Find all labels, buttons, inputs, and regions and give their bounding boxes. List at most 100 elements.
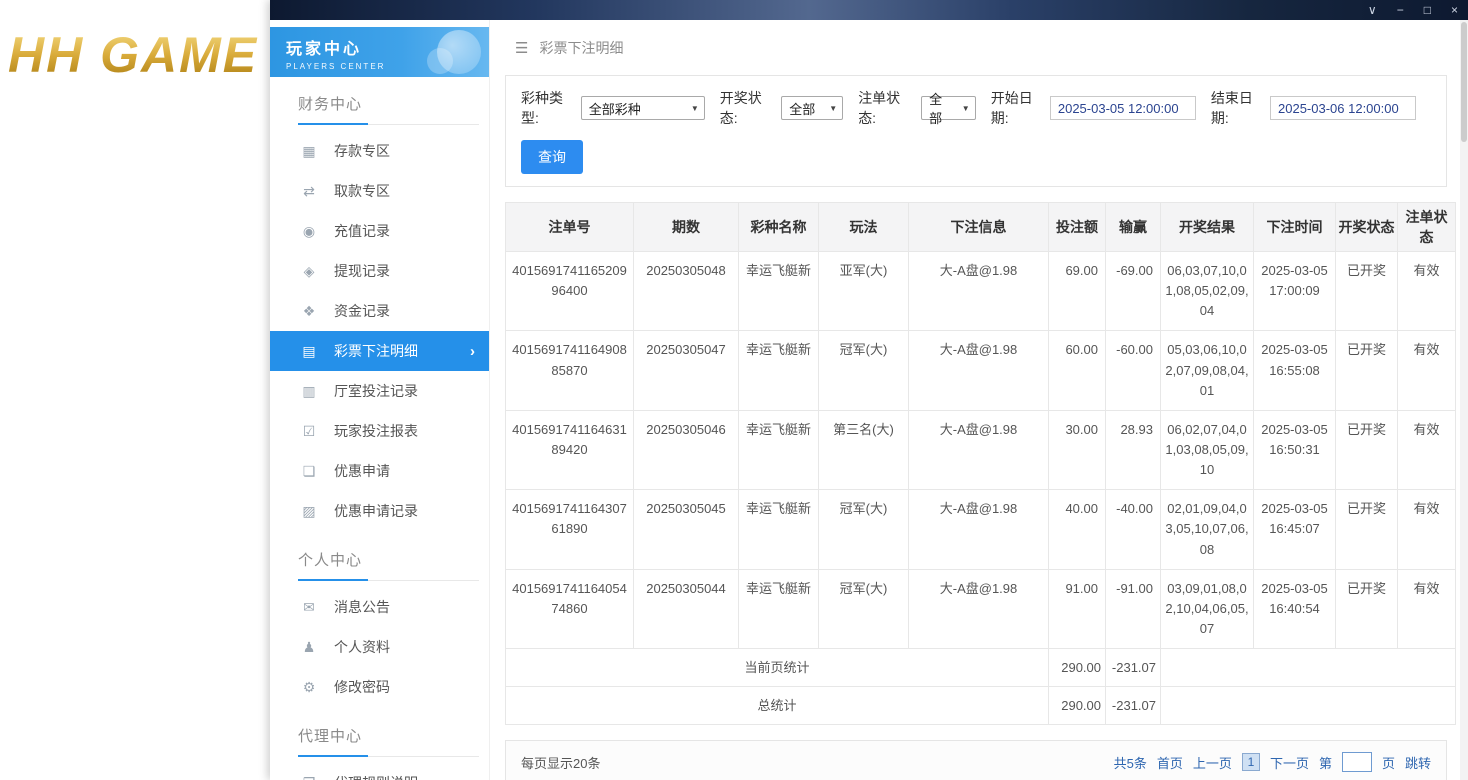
table-header-cell: 开奖结果 (1161, 203, 1254, 252)
window-titlebar: ∨ − □ × (270, 0, 1468, 20)
cell-bet-info: 大-A盘@1.98 (909, 252, 1049, 331)
cell-play: 冠军(大) (819, 331, 909, 410)
cell-lottery-name: 幸运飞艇新 (739, 490, 819, 569)
cell-bet-amount: 40.00 (1049, 490, 1106, 569)
promo-apply-icon: ❏ (300, 463, 318, 480)
cell-bet-id: 401569174116463189420 (506, 410, 634, 489)
sidebar-item-announcement[interactable]: ✉ 消息公告 (270, 587, 489, 627)
cell-bet-id: 401569174116490885870 (506, 331, 634, 410)
table-header-cell: 注单状态 (1398, 203, 1456, 252)
summary-bet-total: 290.00 (1049, 649, 1106, 687)
select-arrow-icon: ▼ (962, 104, 970, 113)
cell-bet-id: 401569174116405474860 (506, 569, 634, 648)
announcement-icon: ✉ (300, 599, 318, 616)
cell-draw-status: 已开奖 (1336, 490, 1398, 569)
sidebar-item-funds-record[interactable]: ❖ 资金记录 (270, 291, 489, 331)
hh-game-logo: HH GAME (8, 26, 258, 84)
sidebar-item-agent-rules[interactable]: ❒ 代理规则说明 (270, 763, 489, 780)
table-row: 401569174116520996400 20250305048 幸运飞艇新 … (506, 252, 1456, 331)
sidebar-item-hall-bet-record[interactable]: ▥ 厅室投注记录 (270, 371, 489, 411)
cell-issue: 20250305046 (634, 410, 739, 489)
jump-button[interactable]: 跳转 (1405, 753, 1431, 772)
sidebar-item-deposit[interactable]: ▦ 存款专区 (270, 131, 489, 171)
lottery-type-select[interactable]: 全部彩种 ▼ (581, 96, 705, 120)
jump-page-input[interactable] (1342, 752, 1372, 772)
cell-bet-time: 2025-03-05 16:50:31 (1254, 410, 1336, 489)
start-date-input[interactable] (1050, 96, 1196, 120)
table-row: 401569174116405474860 20250305044 幸运飞艇新 … (506, 569, 1456, 648)
sidebar-item-withdrawal-record[interactable]: ◈ 提现记录 (270, 251, 489, 291)
sidebar-subtitle: PLAYERS CENTER (286, 62, 489, 71)
filter-panel: 彩种类型: 全部彩种 ▼ 开奖状态: 全部 ▼ (505, 75, 1447, 187)
first-page-link[interactable]: 首页 (1157, 753, 1183, 772)
table-header-cell: 玩法 (819, 203, 909, 252)
cell-draw-status: 已开奖 (1336, 569, 1398, 648)
cell-bet-amount: 30.00 (1049, 410, 1106, 489)
scrollbar[interactable] (1460, 20, 1468, 780)
bet-status-select[interactable]: 全部 ▼ (921, 96, 976, 120)
cell-bet-time: 2025-03-05 16:45:07 (1254, 490, 1336, 569)
cell-win-loss: -91.00 (1106, 569, 1161, 648)
change-password-icon: ⚙ (300, 679, 318, 696)
cell-bet-id: 401569174116430761890 (506, 490, 634, 569)
cell-issue: 20250305047 (634, 331, 739, 410)
window-dropdown-icon[interactable]: ∨ (1368, 4, 1377, 16)
table-header-cell: 输赢 (1106, 203, 1161, 252)
sidebar-item-promo-apply-record[interactable]: ▨ 优惠申请记录 (270, 491, 489, 531)
bet-detail-table-container: 注单号 期数 彩种名称 玩法 下注信息 投注额 输赢 开奖结果 下注时间 开 (505, 202, 1447, 725)
next-page-link[interactable]: 下一页 (1270, 753, 1309, 772)
jump-suffix-label: 页 (1382, 753, 1395, 772)
sidebar-item-lottery-bet-detail[interactable]: ▤ 彩票下注明细 › (270, 331, 489, 371)
page-size-text: 每页显示20条 (521, 753, 600, 772)
cell-draw-result: 06,02,07,04,01,03,08,05,09,10 (1161, 410, 1254, 489)
draw-status-label: 开奖状态: (720, 88, 776, 128)
window-close-icon[interactable]: × (1451, 4, 1458, 16)
table-row-current-page-summary: 当前页统计 290.00 -231.07 (506, 649, 1456, 687)
deposit-icon: ▦ (300, 143, 318, 160)
window-minimize-icon[interactable]: − (1397, 4, 1404, 16)
section-personal-center: 个人中心 (298, 533, 479, 581)
draw-status-select[interactable]: 全部 ▼ (781, 96, 843, 120)
section-agent-center: 代理中心 (298, 709, 479, 757)
cell-play: 第三名(大) (819, 410, 909, 489)
cell-lottery-name: 幸运飞艇新 (739, 252, 819, 331)
cell-win-loss: -60.00 (1106, 331, 1161, 410)
cell-win-loss: -40.00 (1106, 490, 1161, 569)
end-date-input[interactable] (1270, 96, 1416, 120)
select-arrow-icon: ▼ (691, 104, 699, 113)
cell-draw-result: 02,01,09,04,03,05,10,07,06,08 (1161, 490, 1254, 569)
agent-rules-icon: ❒ (300, 775, 318, 780)
sidebar-item-change-password[interactable]: ⚙ 修改密码 (270, 667, 489, 707)
sidebar-item-player-bet-report[interactable]: ☑ 玩家投注报表 (270, 411, 489, 451)
sidebar-item-profile[interactable]: ♟ 个人资料 (270, 627, 489, 667)
current-page[interactable]: 1 (1242, 753, 1260, 771)
prev-page-link[interactable]: 上一页 (1193, 753, 1232, 772)
sidebar-item-recharge-record[interactable]: ◉ 充值记录 (270, 211, 489, 251)
table-header-cell: 投注额 (1049, 203, 1106, 252)
cell-bet-amount: 69.00 (1049, 252, 1106, 331)
search-button[interactable]: 查询 (521, 140, 583, 174)
withdrawal-record-icon: ◈ (300, 263, 318, 280)
cell-bet-status: 有效 (1398, 490, 1456, 569)
withdraw-icon: ⇄ (300, 183, 318, 200)
sidebar: 玩家中心 PLAYERS CENTER 财务中心 ▦ 存款专区 ⇄ 取款专区 (270, 20, 490, 780)
table-header-row: 注单号 期数 彩种名称 玩法 下注信息 投注额 输赢 开奖结果 下注时间 开 (506, 203, 1456, 252)
jump-prefix-label: 第 (1319, 753, 1332, 772)
table-header-cell: 开奖状态 (1336, 203, 1398, 252)
sidebar-item-promo-apply[interactable]: ❏ 优惠申请 (270, 451, 489, 491)
window-maximize-icon[interactable]: □ (1424, 4, 1431, 16)
lottery-bet-detail-icon: ▤ (300, 343, 318, 360)
bet-status-label: 注单状态: (858, 88, 916, 128)
scrollbar-thumb[interactable] (1461, 22, 1467, 142)
table-header-cell: 注单号 (506, 203, 634, 252)
finance-menu: ▦ 存款专区 ⇄ 取款专区 ◉ 充值记录 ◈ 提现记录 (270, 125, 489, 533)
promo-apply-record-icon: ▨ (300, 503, 318, 520)
funds-record-icon: ❖ (300, 303, 318, 320)
cell-bet-info: 大-A盘@1.98 (909, 569, 1049, 648)
total-count: 共5条 (1114, 753, 1147, 772)
cell-lottery-name: 幸运飞艇新 (739, 410, 819, 489)
cell-lottery-name: 幸运飞艇新 (739, 569, 819, 648)
menu-toggle-icon[interactable]: ☰ (515, 39, 528, 57)
sidebar-item-withdraw[interactable]: ⇄ 取款专区 (270, 171, 489, 211)
player-bet-report-icon: ☑ (300, 423, 318, 440)
